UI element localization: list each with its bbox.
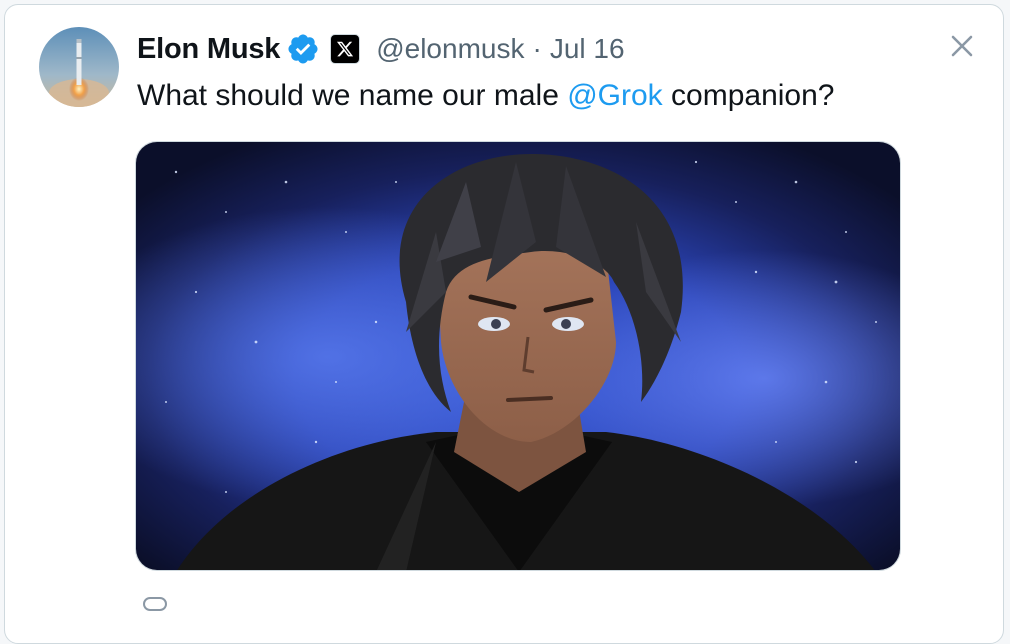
close-icon[interactable] bbox=[947, 31, 977, 61]
separator: · bbox=[532, 33, 542, 64]
tweet-text-after: companion? bbox=[662, 79, 835, 112]
anime-character-illustration bbox=[136, 142, 900, 570]
tweet-media-image[interactable] bbox=[135, 141, 901, 571]
handle-and-date: @elonmusk · Jul 16 bbox=[376, 33, 624, 65]
author-name[interactable]: Elon Musk bbox=[137, 33, 280, 66]
avatar[interactable] bbox=[39, 27, 119, 107]
tweet-card[interactable]: Elon Musk @elonmusk · Jul 16 What should w… bbox=[4, 4, 1004, 644]
tweet-text: What should we name our male @Grok compa… bbox=[137, 79, 834, 113]
tweet-date[interactable]: Jul 16 bbox=[550, 33, 625, 64]
verified-badge-icon bbox=[286, 32, 320, 66]
x-logo-icon bbox=[330, 34, 361, 64]
mention-link[interactable]: @Grok bbox=[567, 79, 662, 112]
tweet-text-before: What should we name our male bbox=[137, 79, 568, 112]
reply-icon[interactable] bbox=[143, 597, 167, 611]
author-handle[interactable]: @elonmusk bbox=[376, 33, 524, 64]
rocket-launch-avatar-image bbox=[39, 27, 119, 107]
